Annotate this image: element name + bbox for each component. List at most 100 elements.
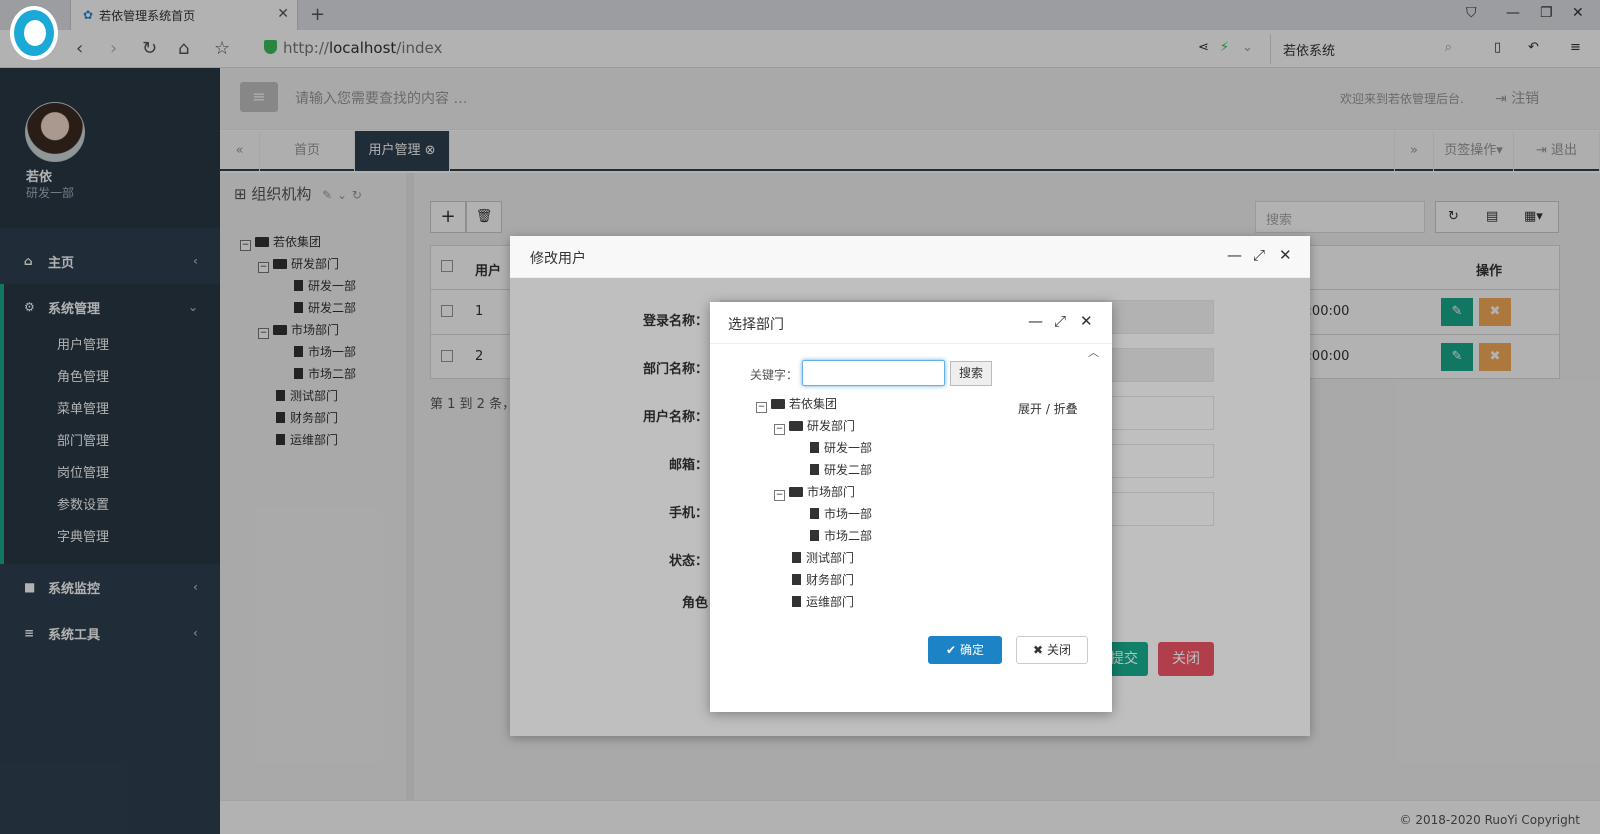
tree-node[interactable]: 研发二部 xyxy=(240,299,410,321)
maximize-icon[interactable]: ⤢ xyxy=(1054,312,1066,330)
edit-icon[interactable]: ✎ xyxy=(322,188,332,202)
address-bar[interactable]: http://localhost/index xyxy=(264,39,442,57)
tab-exit-button[interactable]: ⇥ 退出 xyxy=(1514,131,1600,171)
speed-mode-icon[interactable]: ⚡ xyxy=(1220,40,1229,55)
tree-node[interactable]: 市场一部 xyxy=(240,343,410,365)
trash-icon[interactable]: 🗑 xyxy=(466,201,502,233)
page-tab-ops-dropdown[interactable]: 页签操作▾ xyxy=(1434,131,1514,171)
minimize-icon[interactable]: — xyxy=(1227,246,1242,264)
submenu-dept-management[interactable]: 部门管理 xyxy=(4,426,220,458)
window-close-icon[interactable]: ✕ xyxy=(1572,5,1584,21)
tab-user-management[interactable]: 用户管理 ⊗ xyxy=(355,131,450,171)
tree-node[interactable]: 测试部门 xyxy=(756,549,956,571)
minimize-icon[interactable]: — xyxy=(1506,5,1520,21)
tree-node[interactable]: − 研发部门 xyxy=(756,417,956,439)
select-all-checkbox[interactable] xyxy=(441,260,453,272)
delete-button[interactable]: ✖ xyxy=(1479,343,1511,371)
browser-menu-icon[interactable]: ≡ xyxy=(1570,40,1581,55)
tree-node[interactable]: − 若依集团 xyxy=(240,233,410,255)
skin-icon[interactable]: ⛉ xyxy=(1466,5,1477,21)
delete-button[interactable]: ✖ xyxy=(1479,298,1511,326)
tree-node[interactable]: 研发二部 xyxy=(756,461,956,483)
logout-button[interactable]: ⇥ 注销 xyxy=(1495,88,1539,108)
tabs-scroll-left-icon[interactable]: « xyxy=(220,131,260,171)
row-checkbox[interactable] xyxy=(441,350,453,362)
tree-node[interactable]: − 市场部门 xyxy=(240,321,410,343)
bookmark-star-icon[interactable]: ☆ xyxy=(214,38,230,59)
browser-search-input[interactable]: 若依系统 ⌕ xyxy=(1270,34,1460,64)
chevron-down-icon[interactable]: ⌄ xyxy=(1242,40,1253,55)
tree-node[interactable]: 运维部门 xyxy=(240,431,410,453)
refresh-icon[interactable]: ↻ xyxy=(352,188,362,202)
tree-node[interactable]: 财务部门 xyxy=(240,409,410,431)
search-button[interactable]: 搜索 xyxy=(950,361,992,386)
row-checkbox[interactable] xyxy=(441,305,453,317)
dialog-title: 选择部门 xyxy=(728,317,784,333)
tree-node[interactable]: 测试部门 xyxy=(240,387,410,409)
submenu-dict[interactable]: 字典管理 xyxy=(4,522,220,554)
add-button[interactable]: + xyxy=(430,201,466,233)
close-button[interactable]: ✖ 关闭 xyxy=(1016,636,1088,664)
forward-icon[interactable]: › xyxy=(110,38,117,59)
refresh-icon[interactable]: ↻ xyxy=(142,38,157,59)
search-icon[interactable]: ⌕ xyxy=(1445,40,1452,55)
close-icon[interactable]: ✕ xyxy=(1080,312,1093,330)
close-tab-icon[interactable]: ✕ xyxy=(277,6,289,22)
menu-system-management[interactable]: ⚙ 系统管理 ⌄ xyxy=(4,284,220,330)
minimize-icon[interactable]: — xyxy=(1028,312,1043,330)
undo-icon[interactable]: ↶ xyxy=(1528,40,1539,55)
collapse-icon[interactable]: ︿ xyxy=(1088,344,1099,360)
refresh-icon[interactable]: ↻ xyxy=(1448,209,1459,224)
new-tab-icon[interactable]: + xyxy=(310,4,325,25)
tree-node[interactable]: − 若依集团 xyxy=(756,395,956,417)
mobile-icon[interactable]: ▯ xyxy=(1494,40,1501,55)
dialog-header: 修改用户 xyxy=(510,236,1310,278)
table-toolbar: ↻ ▤ ▦▾ xyxy=(1435,201,1559,233)
tree-node[interactable]: 研发一部 xyxy=(240,277,410,299)
list-icon[interactable]: ▤ xyxy=(1486,209,1498,224)
edit-button[interactable]: ✎ xyxy=(1441,343,1473,371)
confirm-button[interactable]: ✔ 确定 xyxy=(928,636,1002,664)
expand-collapse-toggle[interactable]: 展开 / 折叠 xyxy=(1018,400,1078,417)
submenu-role-management[interactable]: 角色管理 xyxy=(4,362,220,394)
grid-icon: ⊞ xyxy=(234,185,247,203)
tabs-scroll-right-icon[interactable]: » xyxy=(1394,131,1434,171)
submenu-config[interactable]: 参数设置 xyxy=(4,490,220,522)
edit-button[interactable]: ✎ xyxy=(1441,298,1473,326)
tree-node[interactable]: 财务部门 xyxy=(756,571,956,593)
tree-node[interactable]: 运维部门 xyxy=(756,593,956,615)
table-search-input[interactable]: 搜索 xyxy=(1255,201,1425,233)
restore-icon[interactable]: ❐ xyxy=(1540,5,1553,21)
tree-node[interactable]: − 市场部门 xyxy=(756,483,956,505)
tree-node[interactable]: − 研发部门 xyxy=(240,255,410,277)
menu-system-tools[interactable]: ≡ 系统工具 ‹ xyxy=(0,610,220,656)
browser-tab[interactable]: ✿ 若依管理系统首页 ✕ xyxy=(70,0,298,30)
keyword-input[interactable] xyxy=(802,360,945,386)
sidebar-toggle-button[interactable]: ≡ xyxy=(240,82,278,112)
tab-home[interactable]: 首页 xyxy=(260,131,355,171)
top-search-input[interactable]: 请输入您需要查找的内容 … xyxy=(295,88,467,108)
columns-icon[interactable]: ▦▾ xyxy=(1524,209,1543,224)
menu-home[interactable]: ⌂ 主页 ‹ xyxy=(0,238,220,284)
close-icon[interactable]: ✕ xyxy=(1279,246,1292,264)
tab-close-icon[interactable]: ⊗ xyxy=(425,143,436,158)
chevron-down-icon[interactable]: ⌄ xyxy=(337,188,347,202)
splitter-handle[interactable] xyxy=(406,173,414,800)
footer: © 2018-2020 RuoYi Copyright xyxy=(220,800,1600,834)
submenu-post-management[interactable]: 岗位管理 xyxy=(4,458,220,490)
share-icon[interactable]: ⋖ xyxy=(1198,40,1209,55)
tree-node[interactable]: 市场二部 xyxy=(756,527,956,549)
chevron-left-icon: ‹ xyxy=(193,626,198,640)
avatar[interactable] xyxy=(25,102,85,162)
submenu-user-management[interactable]: 用户管理 xyxy=(4,330,220,362)
tree-node[interactable]: 市场一部 xyxy=(756,505,956,527)
home-icon[interactable]: ⌂ xyxy=(178,38,189,59)
secure-shield-icon xyxy=(264,40,277,54)
maximize-icon[interactable]: ⤢ xyxy=(1253,246,1265,264)
sign-out-icon: ⇥ xyxy=(1535,143,1547,158)
tree-node[interactable]: 研发一部 xyxy=(756,439,956,461)
back-icon[interactable]: ‹ xyxy=(76,38,83,59)
menu-system-monitor[interactable]: ■ 系统监控 ‹ xyxy=(0,564,220,610)
submenu-menu-management[interactable]: 菜单管理 xyxy=(4,394,220,426)
tree-node[interactable]: 市场二部 xyxy=(240,365,410,387)
